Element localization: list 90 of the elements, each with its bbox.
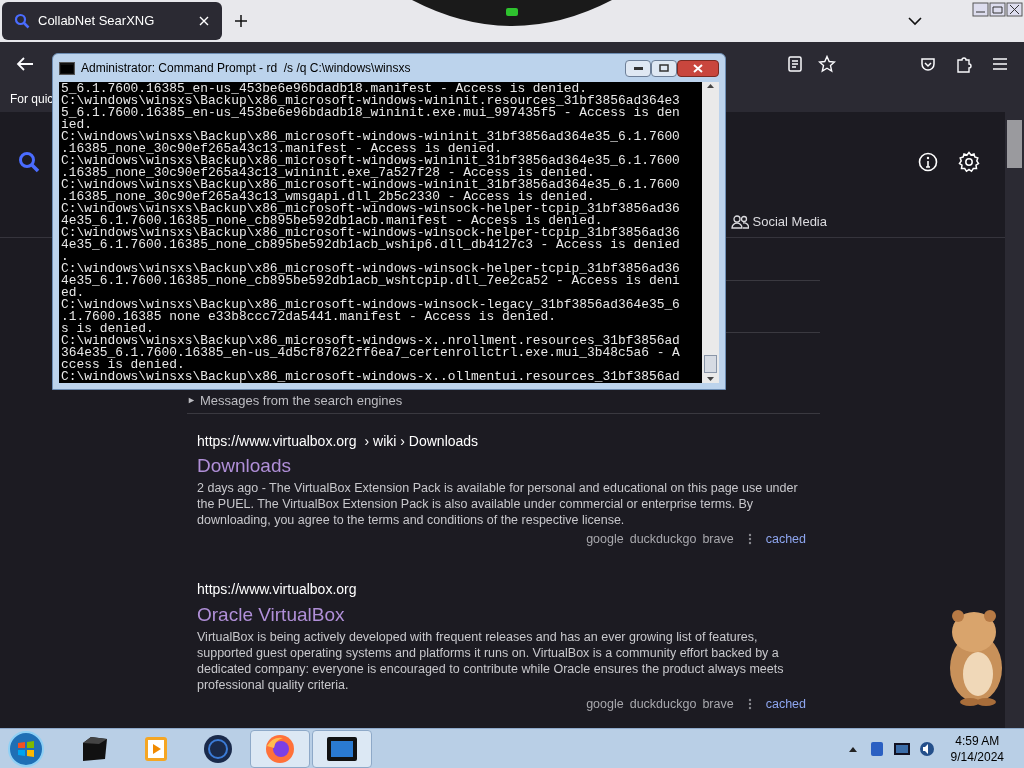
terminal-icon (59, 61, 75, 75)
result-breadcrumb: › wiki › Downloads (364, 431, 479, 451)
puzzle-icon[interactable] (956, 55, 972, 73)
more-icon[interactable] (747, 533, 752, 546)
cached-link[interactable]: cached (765, 530, 806, 549)
scroll-down-icon[interactable] (707, 377, 714, 381)
tab-title: CollabNet SearXNG (38, 12, 156, 31)
console-line: ied. (61, 119, 92, 131)
scrollbar[interactable] (1005, 112, 1024, 728)
close-icon (693, 63, 703, 73)
search-icon[interactable] (18, 151, 40, 173)
result-snippet: 2 days ago - The VirtualBox Extension Pack is available for personal and educational on this page use under the PUEL. The VirtualBox Extension Pack is also available under commercial or enterprise terms. By downloading, you agree to the terms and conditions of the respective license. (197, 480, 799, 528)
speaker-icon[interactable] (918, 740, 935, 757)
engine-name: brave (702, 695, 734, 713)
minimize-icon (633, 66, 643, 70)
console-line: 5_6.1.7600.16385_en-us_453be6e96bdadb18_wininit.exe.mui_997435f5 - Access is den (61, 107, 680, 119)
toggle-arrow[interactable]: ► (187, 393, 196, 408)
reader-icon[interactable] (788, 56, 802, 72)
window-controls-icon[interactable] (972, 2, 1024, 18)
console-line: ccess is denied. (61, 359, 185, 371)
globe-icon (203, 733, 233, 764)
start-orb-icon[interactable] (6, 729, 46, 768)
menu-icon[interactable] (992, 57, 1008, 71)
engine-name: duckduckgo (629, 695, 697, 713)
console-line: ed. (61, 287, 85, 299)
minimize-button[interactable] (625, 59, 651, 77)
console-line: .16385_none_30c90ef265a43c13_wmsgapi.dll_2b5c2330 - Access is denied. (61, 191, 595, 203)
cached-link[interactable]: cached (765, 694, 806, 714)
people-icon (730, 214, 749, 229)
result-snippet: VirtualBox is being actively developed with frequent releases and has an ever growing list of features, supported guest operating systems and platforms it runs on. VirtualBox is a community effort backed by a dedicated company: everyone is encouraged to contribute while Oracle ensures the product always meets professional quality criteria. (197, 628, 785, 693)
engine-name: google (586, 695, 624, 713)
clock-date: 9/14/2024 (950, 748, 1004, 765)
clock-time: 4:59 AM (955, 732, 1000, 749)
console-line: C:\windows\winsxs\Backup\x86_microsoft-windows-wininit_31bf3856ad364e35_6.1.7600 (61, 131, 680, 143)
result-url: https://www.virtualbox.org (197, 580, 357, 600)
console-line: .16385_none_30c90ef265a43c13_wininit.exe_7a527f28 - Access is denied. (61, 167, 595, 179)
scroll-thumb[interactable] (1007, 120, 1022, 168)
console-line: C:\windows\winsxs\Backup\x86_microsoft-windows-x..nrollment.resources_31bf3856ad (61, 335, 680, 347)
engine-name: google (586, 531, 624, 548)
network-monitor-icon[interactable] (892, 741, 911, 756)
pocket-icon[interactable] (920, 56, 936, 72)
window-title: Administrator: Command Prompt - rd /s /q C:\windows\winsxs (81, 60, 412, 77)
tray-app-icon[interactable] (868, 739, 885, 758)
console-line: 364e35_6.1.7600.16385_en-us_4d5cf87622ff6ea7_certenrollctrl.exe.mui_3b48c5a6 - A (61, 347, 680, 359)
new-tab-icon[interactable] (234, 14, 248, 28)
console-line: C:\windows\winsxs\Backup\x86_microsoft-windows-winsock-helper-tcpip_31bf3856ad36 (61, 263, 680, 275)
fox-globe-icon (265, 733, 295, 764)
monitor-icon (326, 735, 358, 762)
console-line: C:\windows\winsxs\Backup\x86_microsoft-windows-winsock-legacy_31bf3856ad364e35_6 (61, 299, 680, 311)
maximize-button[interactable] (651, 59, 677, 77)
clock[interactable]: 4:59 AM 9/14/2024 (950, 732, 1004, 765)
console-line: 4e35_6.1.7600.16385_none_cb895be592db1acb.manifest - Access is denied. (61, 215, 603, 227)
back-arrow-icon[interactable] (16, 56, 34, 72)
scroll-thumb[interactable] (704, 355, 717, 373)
chevron-down-icon[interactable] (908, 16, 922, 26)
console-line: C:\windows\winsxs\Backup\x86_microsoft-windows-wininit_31bf3856ad364e35_6.1.7600 (61, 155, 680, 167)
console-line: 4e35_6.1.7600.16385_none_cb895be592db1acb_wshtcpip.dll_7ee2ca52 - Access is deni (61, 275, 680, 287)
console-line: C:\windows\winsxs\Backup\x86_microsoft-windows-winsock-helper-tcpip_31bf3856ad36 (61, 203, 680, 215)
category-tab[interactable]: Social Media (730, 212, 827, 236)
scroll-up-icon[interactable] (707, 84, 714, 88)
result-url: https://www.virtualbox.org (197, 431, 357, 451)
messages-toggle[interactable]: Messages from the search engines (199, 390, 403, 411)
console-line: 5_6.1.7600.16385_en-us_453be6e96bdadb18.manifest - Access is denied. (61, 83, 588, 95)
engine-name: brave (702, 531, 734, 548)
info-icon[interactable] (918, 152, 938, 172)
result-title[interactable]: Downloads (197, 454, 291, 478)
console-line: . (61, 251, 69, 263)
play-icon (144, 735, 168, 762)
search-icon (14, 13, 30, 29)
more-icon[interactable] (747, 698, 752, 711)
result-title[interactable]: Oracle VirtualBox (197, 602, 345, 627)
console-line: .1.7600.16385 none e33b8ccc72da5441.manifest - Access is denied. (61, 311, 557, 323)
settings-icon[interactable] (958, 151, 980, 173)
close-icon[interactable] (198, 15, 210, 27)
console-line: C:\windows\winsxs\Backup\x86_microsoft-windows-winsock-helper-tcpip_31bf3856ad36 (61, 227, 680, 239)
maximize-icon (659, 64, 669, 72)
star-icon[interactable] (818, 55, 836, 73)
close-button[interactable] (677, 59, 719, 77)
browser-tab[interactable]: CollabNet SearXNG (2, 2, 222, 40)
bookmarks-hint: For quic (10, 91, 54, 108)
console-line: s is denied. (61, 323, 154, 335)
console-line: .16385_none_30c90ef265a43c13.manifest - Access is denied. (61, 143, 502, 155)
console-scrollbar[interactable] (702, 82, 719, 383)
console-line: 4e35_6.1.7600.16385_none_cb895be592db1acb_wship6.dll_db4127c3 - Access is denied (61, 239, 680, 251)
tray-arrow-icon[interactable] (848, 745, 857, 752)
console-line: C:\windows\winsxs\Backup\x86_microsoft-windows-wininit_31bf3856ad364e35_6.1.7600 (61, 179, 680, 191)
console-line: C:\windows\winsxs\Backup\x86_microsoft-windows-wininit.resources_31bf3856ad364e3 (61, 95, 680, 107)
taskbar-button[interactable] (312, 729, 372, 768)
engine-name: duckduckgo (629, 531, 697, 548)
console-line: C:\windows\winsxs\Backup\x86_microsoft-windows-x..ollmentui.resources_31bf3856ad (61, 371, 680, 383)
